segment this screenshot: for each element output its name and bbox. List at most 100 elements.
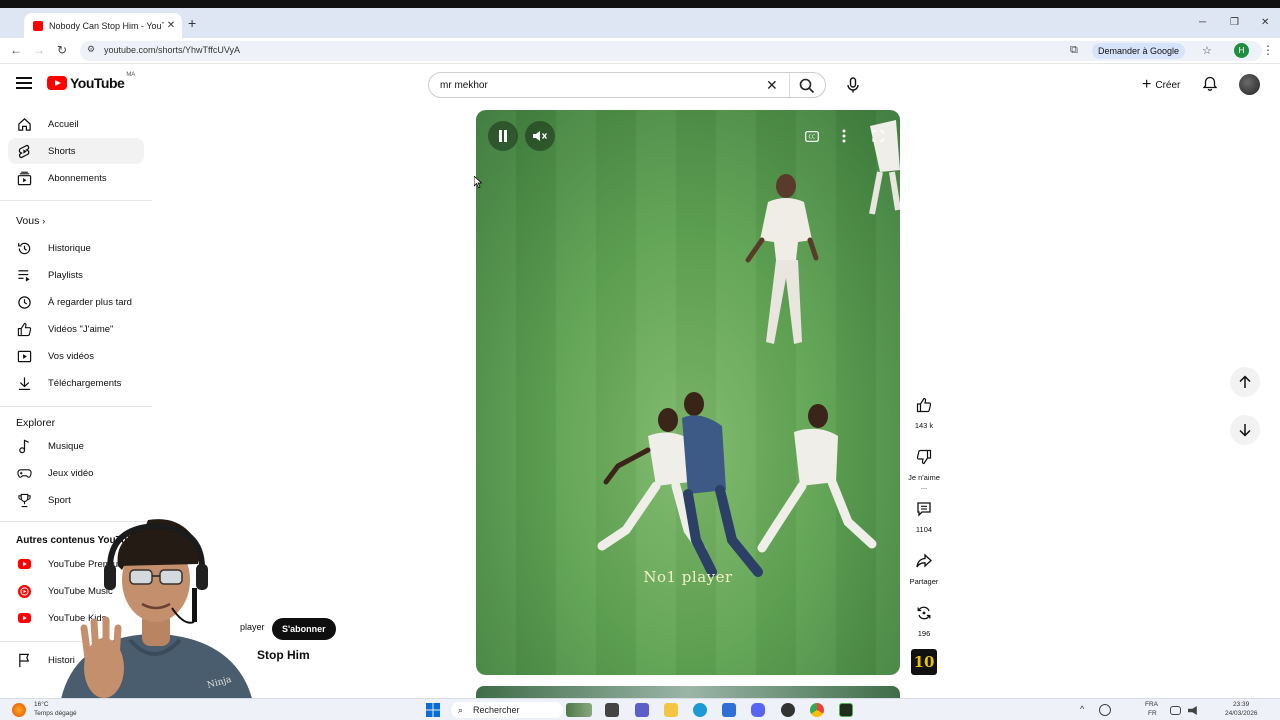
next-short-button[interactable] <box>1230 415 1260 445</box>
wifi-icon[interactable] <box>1170 706 1181 715</box>
microphone-icon[interactable] <box>840 72 866 98</box>
sidebar-item-label: Jeux vidéo <box>48 467 94 479</box>
edge-icon[interactable] <box>693 703 707 717</box>
weather-icon[interactable] <box>12 703 26 717</box>
teams-icon[interactable] <box>635 703 649 717</box>
sidebar-item-playlists[interactable]: Playlists <box>8 262 144 288</box>
sidebar-item-label: Playlists <box>48 269 83 281</box>
like-icon[interactable] <box>908 389 940 421</box>
share-action[interactable]: Partager <box>908 545 940 586</box>
sidebar-item-label: Abonnements <box>48 172 107 184</box>
create-label: Créer <box>1155 79 1181 91</box>
fullscreen-icon[interactable] <box>863 121 893 151</box>
keyboard-lang[interactable]: FRA <box>1145 701 1158 708</box>
share-label: Partager <box>909 577 939 586</box>
taskbar-search-box[interactable]: ⌕ Rechercher <box>451 702 563 718</box>
youtube-logo[interactable]: YouTube MA <box>47 72 135 91</box>
forward-icon[interactable]: → <box>33 43 45 57</box>
playlist-icon <box>16 267 32 283</box>
clock-time[interactable]: 23:39 <box>1233 701 1249 708</box>
channel-thumbnail[interactable]: 10 <box>911 649 937 675</box>
more-options-icon[interactable] <box>829 121 859 151</box>
site-info-icon[interactable]: ⚙ <box>87 44 95 55</box>
dislike-icon[interactable] <box>908 441 940 473</box>
explore-section-header: Explorer <box>16 417 56 429</box>
clock-date: 24/03/2026 <box>1225 710 1258 717</box>
video-icon <box>16 348 32 364</box>
create-button[interactable]: + Créer <box>1134 74 1188 96</box>
sidebar-item-music[interactable]: Musique <box>8 433 144 459</box>
comments-action[interactable]: 1104 <box>908 493 940 534</box>
discord-icon[interactable] <box>751 703 765 717</box>
clear-search-icon[interactable]: ✕ <box>766 77 778 94</box>
youtube-favicon-icon <box>33 20 43 31</box>
sidebar-item-subscriptions[interactable]: Abonnements <box>8 165 144 191</box>
install-icon[interactable]: ⧉ <box>1070 44 1078 57</box>
sidebar-item-label: Vos vidéos <box>48 350 94 362</box>
omnibox[interactable]: ⚙ youtube.com/shorts/YhwTffcUVyA ⧉ Deman… <box>80 41 1262 61</box>
next-short-preview[interactable] <box>476 686 900 698</box>
mouse-cursor-icon <box>474 176 482 188</box>
search-box[interactable]: mr mekhor ✕ <box>428 72 826 98</box>
captions-icon[interactable]: CC <box>797 121 827 151</box>
task-view-icon[interactable] <box>605 703 619 717</box>
profile-avatar[interactable]: H <box>1234 43 1249 58</box>
window-top-strip <box>0 0 1280 8</box>
menu-icon[interactable] <box>16 77 32 89</box>
sidebar-item-history[interactable]: Historique <box>8 235 144 261</box>
browser-tab[interactable]: Nobody Can Stop Him - YouTube ✕ <box>24 13 182 38</box>
restore-icon[interactable]: ❐ <box>1230 17 1239 28</box>
bookmark-star-icon[interactable]: ☆ <box>1202 44 1212 57</box>
youtube-music-icon <box>16 583 32 599</box>
search-input[interactable]: mr mekhor <box>440 80 488 91</box>
shorts-video-player[interactable]: CC No1 player <box>476 110 900 675</box>
dislike-action[interactable]: Je n'aime ... <box>908 441 940 491</box>
pause-icon[interactable] <box>488 121 518 151</box>
tray-sync-icon[interactable] <box>1099 704 1111 716</box>
terminal-icon[interactable] <box>839 703 853 717</box>
subscribe-button[interactable]: S'abonner <box>272 618 336 640</box>
widgets-icon[interactable] <box>566 703 592 717</box>
you-section-header[interactable]: Vous › <box>16 215 45 227</box>
sidebar-divider <box>0 200 152 201</box>
app-icon[interactable] <box>781 703 795 717</box>
sidebar-item-gaming[interactable]: Jeux vidéo <box>8 460 144 486</box>
keyboard-region: FR <box>1148 710 1157 717</box>
sidebar-item-watch-later[interactable]: À regarder plus tard <box>8 289 144 315</box>
store-icon[interactable] <box>722 703 736 717</box>
share-icon[interactable] <box>908 545 940 577</box>
windows-start-icon[interactable] <box>426 703 440 717</box>
previous-short-button[interactable] <box>1230 367 1260 397</box>
reload-icon[interactable]: ↻ <box>57 43 67 57</box>
mute-icon[interactable] <box>525 121 555 151</box>
tray-overflow-icon[interactable]: ^ <box>1080 704 1084 714</box>
remix-action[interactable]: 196 <box>908 597 940 638</box>
account-avatar[interactable] <box>1239 74 1260 95</box>
sidebar-item-liked-videos[interactable]: Vidéos "J'aime" <box>8 316 144 342</box>
taskbar-search-placeholder: Rechercher <box>473 705 520 715</box>
sidebar-item-home[interactable]: Accueil <box>8 111 144 137</box>
weather-desc: Temps dégagé <box>34 710 77 717</box>
ask-google-button[interactable]: Demander à Google <box>1092 43 1186 59</box>
back-icon[interactable]: ← <box>10 43 22 57</box>
sidebar-item-downloads[interactable]: Téléchargements <box>8 370 144 396</box>
notifications-icon[interactable] <box>1202 76 1218 92</box>
like-action[interactable]: 143 k <box>908 389 940 430</box>
file-explorer-icon[interactable] <box>664 703 678 717</box>
sidebar-item-label: Musique <box>48 440 84 452</box>
chevron-right-icon: › <box>42 216 46 226</box>
search-icon[interactable] <box>799 78 815 94</box>
window-close-icon[interactable]: ✕ <box>1261 17 1269 28</box>
sidebar-item-shorts[interactable]: Shorts <box>8 138 144 164</box>
remix-icon[interactable] <box>908 597 940 629</box>
minimize-icon[interactable]: ─ <box>1199 17 1206 28</box>
address-bar-row: ← → ↻ ⚙ youtube.com/shorts/YhwTffcUVyA ⧉… <box>0 38 1280 64</box>
tab-close-icon[interactable]: ✕ <box>164 20 178 31</box>
new-tab-icon[interactable]: + <box>188 15 196 31</box>
comment-icon[interactable] <box>908 493 940 525</box>
browser-menu-icon[interactable]: ⋮ <box>1262 43 1274 57</box>
volume-icon[interactable] <box>1188 706 1197 715</box>
chrome-icon[interactable] <box>810 703 824 717</box>
sidebar-item-your-videos[interactable]: Vos vidéos <box>8 343 144 369</box>
search-divider <box>789 73 790 97</box>
